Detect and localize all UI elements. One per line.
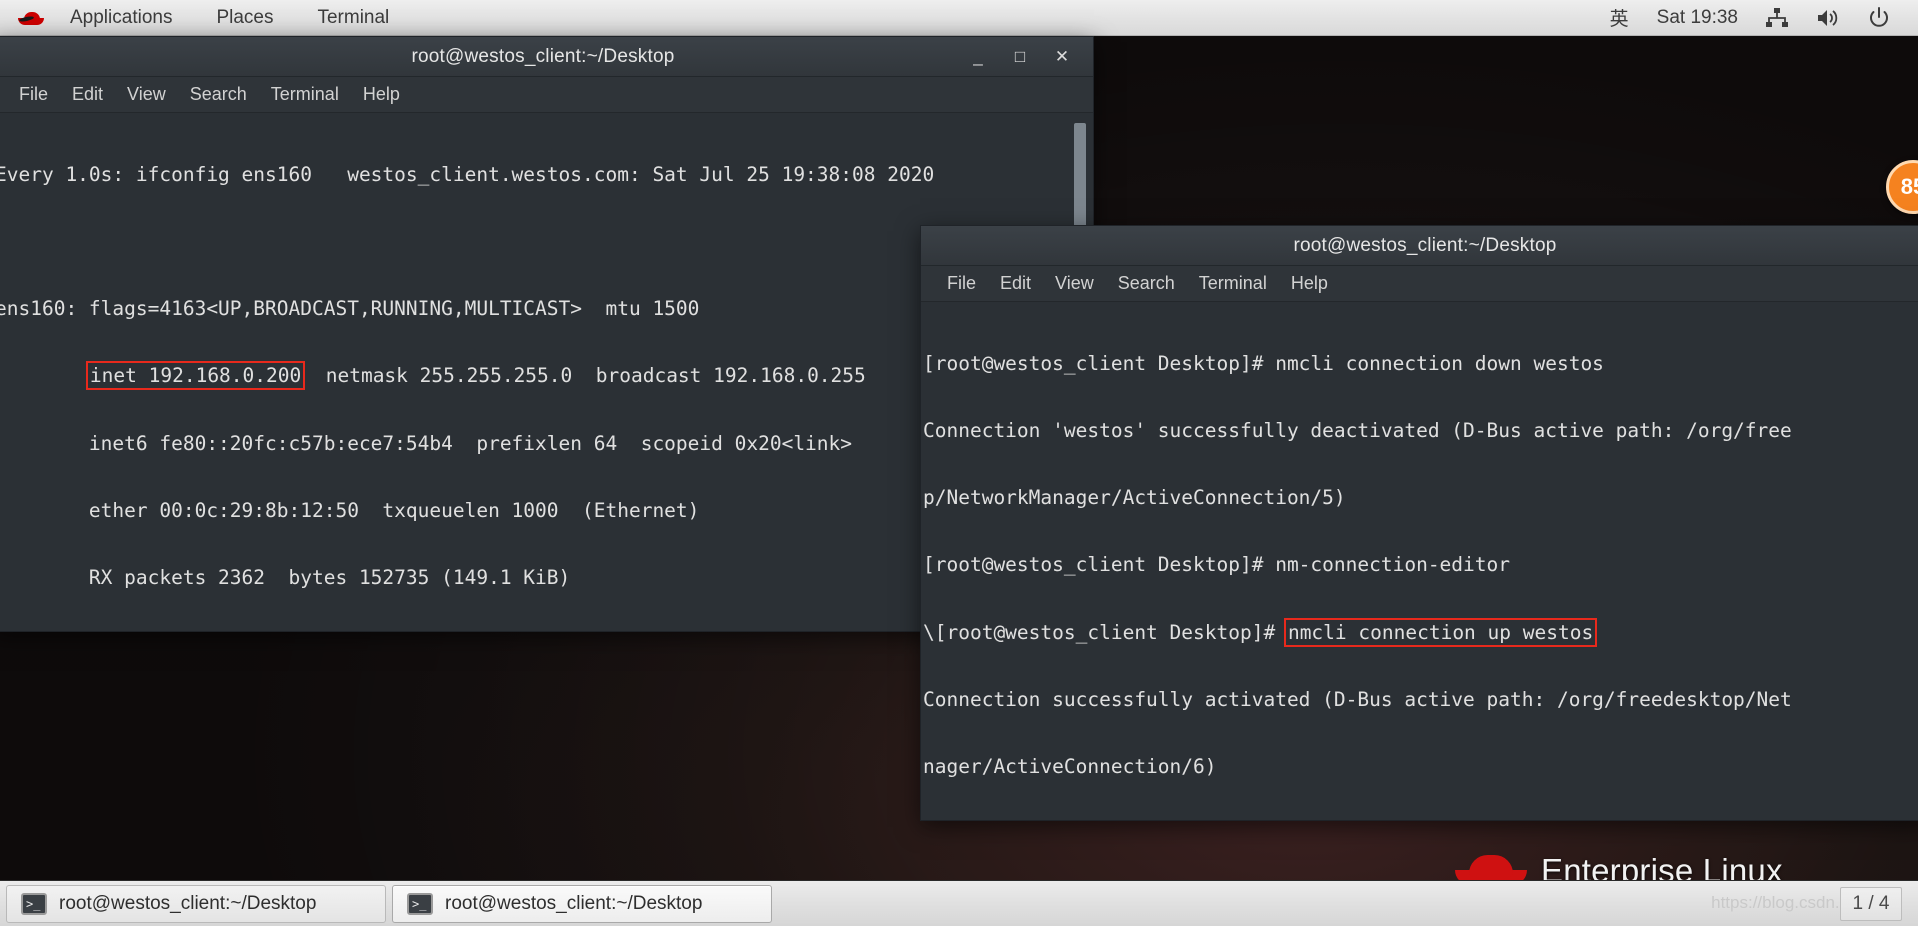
- terminal-2-output: [root@westos_client Desktop]# nmcli conn…: [921, 308, 1918, 820]
- menu-terminal[interactable]: Terminal: [259, 80, 351, 109]
- terminal-1-title: root@westos_client:~/Desktop: [411, 45, 675, 67]
- terminal-2-titlebar[interactable]: root@westos_client:~/Desktop _: [921, 226, 1918, 266]
- terminal-2-menubar: File Edit View Search Terminal Help: [921, 266, 1918, 302]
- volume-icon[interactable]: [1802, 4, 1854, 32]
- menu-search[interactable]: Search: [178, 80, 259, 109]
- terminal-line: p/NetworkManager/ActiveConnection/5): [923, 486, 1346, 510]
- menu-search[interactable]: Search: [1106, 269, 1187, 298]
- menu-terminal[interactable]: Terminal: [295, 3, 411, 33]
- taskbar-item-label: root@westos_client:~/Desktop: [59, 892, 317, 914]
- terminal-line: Connection successfully activated (D-Bus…: [923, 687, 1792, 711]
- terminal-2-title: root@westos_client:~/Desktop: [1293, 234, 1557, 256]
- menu-edit[interactable]: Edit: [988, 269, 1043, 298]
- taskbar-item-terminal-2[interactable]: >_ root@westos_client:~/Desktop: [392, 884, 772, 923]
- menu-view[interactable]: View: [115, 80, 178, 109]
- shell-prompt: \[root@westos_client Desktop]#: [923, 620, 1287, 644]
- taskbar: >_ root@westos_client:~/Desktop >_ root@…: [0, 880, 1918, 926]
- highlight-nmcli-command: nmcli connection up westos: [1283, 617, 1598, 647]
- menu-places[interactable]: Places: [194, 3, 295, 33]
- close-button[interactable]: ✕: [1041, 39, 1083, 75]
- menu-file[interactable]: File: [935, 269, 988, 298]
- terminal-icon: >_: [407, 892, 433, 915]
- menu-help[interactable]: Help: [351, 80, 412, 109]
- terminal-1-window-buttons: _ □ ✕: [957, 37, 1083, 77]
- taskbar-right: https://blog.csdn.net/ 1 / 4: [1711, 886, 1912, 921]
- desktop-screen: Enterprise Linux 85 Applications Places …: [0, 0, 1918, 926]
- terminal-2-body[interactable]: [root@westos_client Desktop]# nmcli conn…: [921, 302, 1918, 820]
- workspace-switcher[interactable]: 1 / 4: [1840, 886, 1902, 921]
- highlight-inet-address: inet 192.168.0.200: [85, 361, 306, 391]
- terminal-1-titlebar[interactable]: root@westos_client:~/Desktop _ □ ✕: [0, 37, 1093, 77]
- menu-help[interactable]: Help: [1279, 269, 1340, 298]
- taskbar-item-label: root@westos_client:~/Desktop: [445, 892, 703, 914]
- top-panel-menus: Applications Places Terminal: [0, 3, 411, 33]
- terminal-line: nager/ActiveConnection/6): [923, 755, 1217, 779]
- power-icon[interactable]: [1854, 3, 1904, 33]
- terminal-line-highlighted: \[root@westos_client Desktop]# nmcli con…: [923, 617, 1918, 647]
- menu-file[interactable]: File: [7, 80, 60, 109]
- terminal-line: [root@westos_client Desktop]# nmcli conn…: [923, 351, 1604, 375]
- minimize-button[interactable]: _: [957, 39, 999, 75]
- menu-edit[interactable]: Edit: [60, 80, 115, 109]
- redhat-logo-icon[interactable]: [16, 9, 46, 27]
- menu-view[interactable]: View: [1043, 269, 1106, 298]
- terminal-1-menubar: File Edit View Search Terminal Help: [0, 77, 1093, 113]
- input-method-indicator[interactable]: 英: [1596, 0, 1643, 35]
- terminal-window-2[interactable]: root@westos_client:~/Desktop _ File Edit…: [920, 225, 1918, 821]
- top-panel: Applications Places Terminal 英 Sat 19:38: [0, 0, 1918, 36]
- terminal-line: Connection 'westos' successfully deactiv…: [923, 419, 1792, 443]
- clock[interactable]: Sat 19:38: [1643, 3, 1752, 33]
- maximize-button[interactable]: □: [999, 39, 1041, 75]
- top-panel-tray: 英 Sat 19:38: [1596, 0, 1918, 35]
- taskbar-item-terminal-1[interactable]: >_ root@westos_client:~/Desktop: [6, 884, 386, 923]
- menu-applications[interactable]: Applications: [48, 3, 194, 33]
- terminal-line: Every 1.0s: ifconfig ens160 westos_clien…: [0, 162, 935, 186]
- terminal-line: [root@westos_client Desktop]# nm-connect…: [923, 553, 1510, 577]
- line-rest: netmask 255.255.255.0 broadcast 192.168.…: [302, 364, 866, 388]
- terminal-icon: >_: [21, 892, 47, 915]
- menu-terminal[interactable]: Terminal: [1187, 269, 1279, 298]
- network-icon[interactable]: [1752, 4, 1802, 32]
